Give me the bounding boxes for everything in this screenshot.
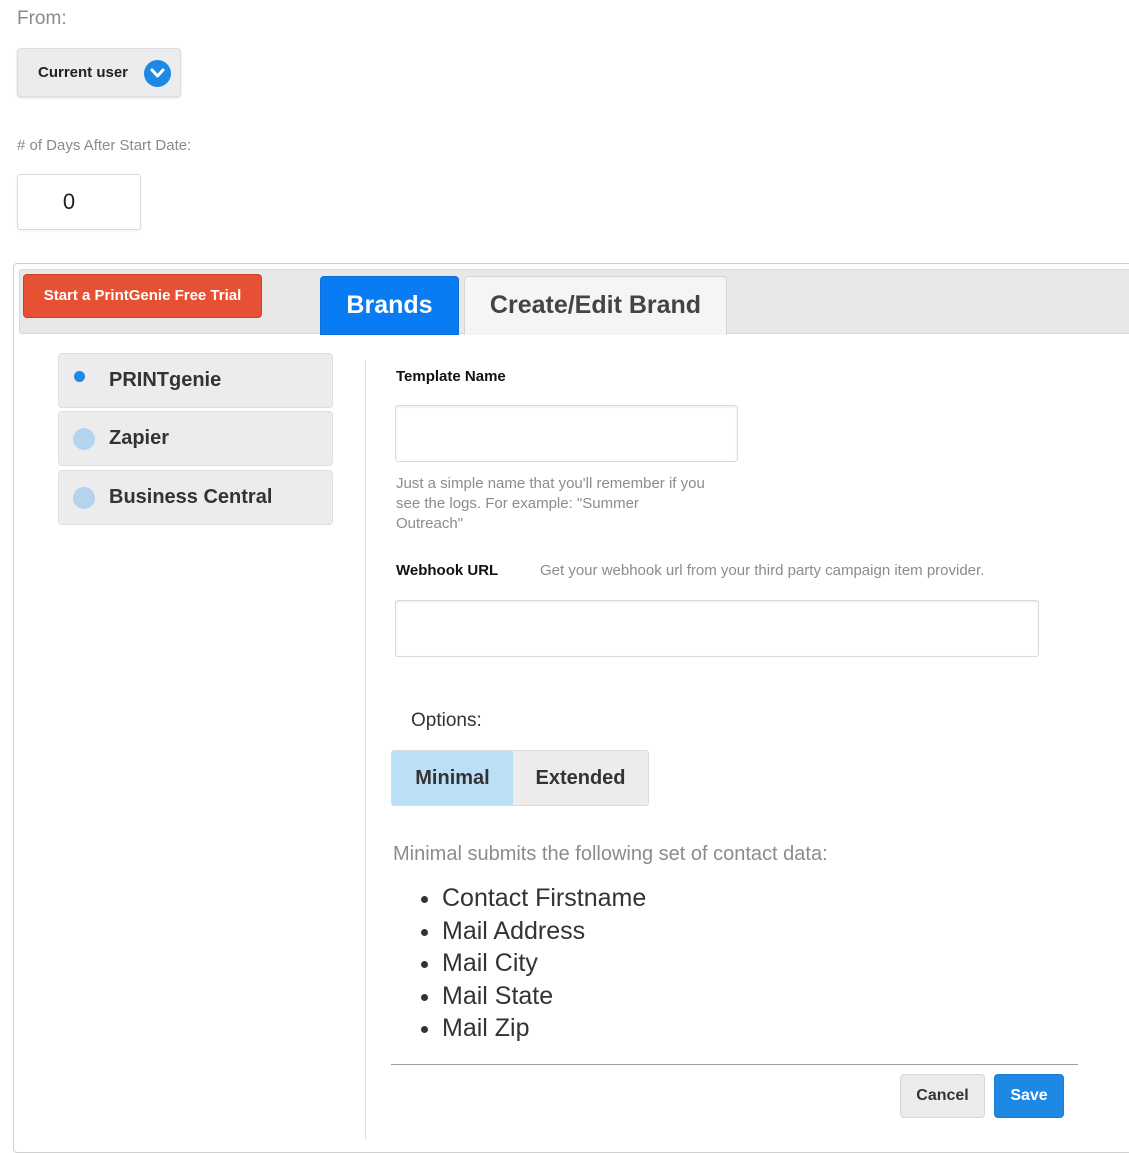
from-label: From: xyxy=(17,8,67,29)
save-button[interactable]: Save xyxy=(994,1074,1064,1118)
brand-item-business-central[interactable]: Business Central xyxy=(58,470,333,525)
template-name-input[interactable] xyxy=(395,405,738,462)
column-divider xyxy=(365,360,366,1140)
template-name-label: Template Name xyxy=(396,368,506,385)
free-trial-button[interactable]: Start a PrintGenie Free Trial xyxy=(23,274,262,318)
radio-unselected-icon xyxy=(73,487,95,509)
chevron-down-icon[interactable] xyxy=(144,60,171,87)
days-after-start-label: # of Days After Start Date: xyxy=(17,137,192,154)
from-selected-value: Current user xyxy=(38,64,129,81)
brand-item-printgenie[interactable]: PRINTgenie xyxy=(58,353,333,408)
webhook-url-input[interactable] xyxy=(395,600,1039,657)
list-item: Mail Address xyxy=(442,915,646,948)
option-description: Minimal submits the following set of con… xyxy=(393,843,828,865)
list-item: Mail Zip xyxy=(442,1012,646,1045)
tab-brands[interactable]: Brands xyxy=(320,276,459,335)
radio-unselected-icon xyxy=(73,428,95,450)
brand-item-zapier[interactable]: Zapier xyxy=(58,411,333,466)
option-minimal[interactable]: Minimal xyxy=(392,751,513,805)
from-user-select[interactable]: Current user xyxy=(17,48,181,97)
days-after-start-input[interactable] xyxy=(17,174,141,230)
options-label: Options: xyxy=(411,710,482,731)
tab-create-edit-brand[interactable]: Create/Edit Brand xyxy=(464,276,727,335)
option-extended[interactable]: Extended xyxy=(513,751,648,805)
cancel-button[interactable]: Cancel xyxy=(900,1074,985,1118)
webhook-url-hint: Get your webhook url from your third par… xyxy=(540,562,985,579)
footer-divider xyxy=(391,1064,1078,1065)
options-toggle-group: Minimal Extended xyxy=(391,750,649,806)
list-item: Mail State xyxy=(442,980,646,1013)
template-name-help: Just a simple name that you'll remember … xyxy=(396,475,705,532)
radio-selected-icon xyxy=(74,371,85,382)
brand-name: Business Central xyxy=(109,486,273,508)
brand-name: Zapier xyxy=(109,427,170,449)
list-item: Mail City xyxy=(442,947,646,980)
contact-fields-list: Contact Firstname Mail Address Mail City… xyxy=(402,882,646,1045)
list-item: Contact Firstname xyxy=(442,882,646,915)
brand-name: PRINTgenie xyxy=(109,369,222,391)
webhook-url-label: Webhook URL xyxy=(396,562,499,579)
